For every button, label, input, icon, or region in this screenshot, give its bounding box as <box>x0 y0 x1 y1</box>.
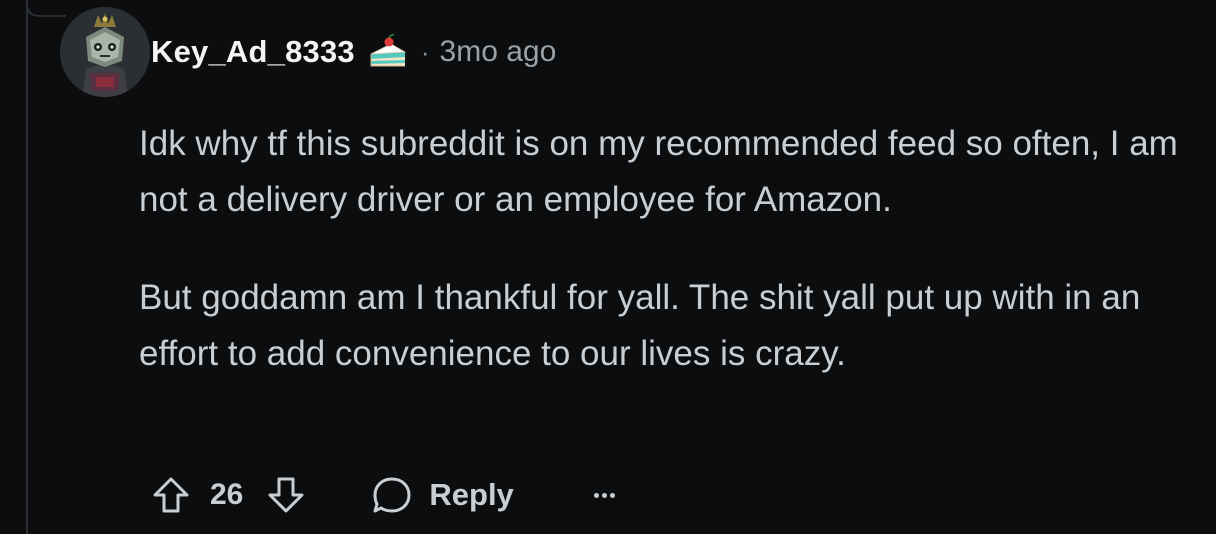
comment-paragraph: But goddamn am I thankful for yall. The … <box>139 278 1141 373</box>
vote-score: 26 <box>210 478 244 511</box>
thread-connector <box>26 0 66 17</box>
reply-button[interactable]: Reply <box>371 475 514 515</box>
comment-container: Key_Ad_8333 · 3mo ago Idk why tf this su… <box>0 0 1216 534</box>
arrow-up-icon <box>153 477 189 513</box>
more-options-button[interactable] <box>593 492 615 498</box>
robot-knight-avatar-icon <box>60 7 150 97</box>
timestamp[interactable]: 3mo ago <box>440 35 557 69</box>
comment-paragraph: Idk why tf this subreddit is on my recom… <box>139 124 1178 219</box>
thread-line[interactable] <box>26 0 28 534</box>
more-options-icon <box>593 492 599 498</box>
separator-dot: · <box>420 36 430 67</box>
comment-body: Idk why tf this subreddit is on my recom… <box>139 116 1189 424</box>
arrow-down-icon <box>268 477 304 513</box>
speech-bubble-icon <box>373 477 411 513</box>
comment-header: Key_Ad_8333 · 3mo ago <box>151 30 556 74</box>
author-username[interactable]: Key_Ad_8333 <box>151 34 355 70</box>
upvote-button[interactable] <box>150 474 192 516</box>
cake-day-icon <box>370 34 407 67</box>
more-options-icon <box>601 492 607 498</box>
reply-label: Reply <box>429 477 514 512</box>
more-options-icon <box>609 492 615 498</box>
downvote-button[interactable] <box>265 474 307 516</box>
comment-actions: 26 Reply <box>150 468 615 522</box>
avatar[interactable] <box>60 7 150 97</box>
